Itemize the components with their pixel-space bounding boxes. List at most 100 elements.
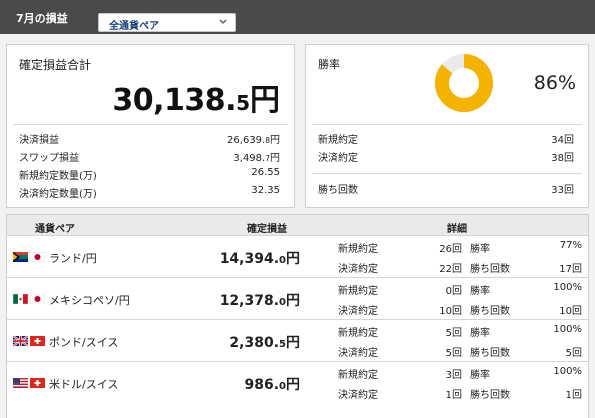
flag-pair [13,294,45,304]
table-row[interactable]: ランド/円 14,394.0円 新規約定 26回 決済約定 22回 勝率 77%… [7,235,588,276]
win-count-label: 勝ち回数 [470,348,510,359]
pair-name: ポンド/スイス [49,336,119,349]
new-order-label: 新規約定 [338,244,378,255]
win-row: 勝ち回数 33回 [318,181,574,198]
total-profit: 30,138.5円 [112,75,280,119]
new-order-value: 5回 [445,328,462,339]
jp-flag-icon [29,252,45,262]
win-rate-donut-chart [435,54,493,112]
table-row[interactable]: ポンド/スイス 2,380.5円 新規約定 5回 決済約定 5回 勝率 100%… [7,319,588,360]
win-count-label: 勝ち回数 [470,390,510,401]
win-count-label: 勝ち回数 [470,306,510,317]
total-profit-unit: 円 [250,83,280,118]
divider [312,124,582,125]
win-rate-card: 勝率 86% 新規約定 34回 決済約定 38回 勝ち回数 33回 [305,44,589,208]
ch-flag-icon [30,378,45,388]
summary-row-label: スワップ損益 [19,153,79,164]
pair-profit: 2,380.5円 [229,335,300,351]
summary-row: 決済損益 26,639.8円 [19,131,280,148]
za-flag-icon [13,252,28,262]
win-row-label: 新規約定 [318,135,358,146]
win-row-label: 決済約定 [318,153,358,164]
pair-profit: 12,378.0円 [219,293,300,309]
close-order-value: 5回 [445,348,462,359]
header-pair: 通貨ペア [35,224,75,235]
win-rate-value: 100% [553,282,582,293]
win-rate-value: 100% [553,324,582,335]
header-bar: 7月の損益 全通貨ペア [0,0,595,34]
summary-row: スワップ損益 3,498.7円 [19,149,280,166]
pair-profit: 986.0円 [244,377,300,393]
win-rate-title: 勝率 [318,58,340,71]
win-row: 決済約定 38回 [318,149,574,166]
new-order-label: 新規約定 [338,370,378,381]
close-order-label: 決済約定 [338,390,378,401]
header-detail: 詳細 [447,224,467,235]
summary-row-value: 26,639.8円 [227,135,280,146]
close-order-label: 決済約定 [338,264,378,275]
close-order-value: 10回 [439,306,462,317]
win-count-label: 勝ち回数 [470,264,510,275]
win-rate-value: 77% [559,240,582,251]
pair-name: ランド/円 [49,252,97,265]
summary-row-value: 3,498.7円 [233,153,280,164]
new-order-label: 新規約定 [338,286,378,297]
us-flag-icon [13,378,28,388]
win-row-label: 勝ち回数 [318,185,358,196]
new-order-value: 3回 [445,370,462,381]
chevron-down-icon [219,19,227,24]
flag-pair [13,336,45,346]
win-row: 新規約定 34回 [318,131,574,148]
summary-row: 決済約定数量(万) 32.35 [19,185,280,202]
total-profit-integer: 30,138. [112,83,237,118]
pair-table: 通貨ペア 確定損益 詳細 ランド/円 14,394.0円 新規約定 26回 決済… [6,214,589,418]
pair-profit: 14,394.0円 [219,251,300,267]
profit-summary-card: 確定損益合計 30,138.5円 決済損益 26,639.8円 スワップ損益 3… [6,44,295,208]
win-rate-label: 勝率 [470,370,490,381]
close-order-value: 1回 [445,390,462,401]
ch-flag-icon [30,336,45,346]
currency-pair-select[interactable]: 全通貨ペア [98,13,236,32]
new-order-value: 26回 [439,244,462,255]
close-order-label: 決済約定 [338,348,378,359]
win-row-value: 33回 [551,185,574,196]
summary-row-label: 新規約定数量(万) [19,171,97,182]
new-order-label: 新規約定 [338,328,378,339]
mx-flag-icon [13,294,29,304]
divider [312,173,582,174]
table-header: 通貨ペア 確定損益 詳細 [7,215,588,235]
win-row-value: 38回 [551,153,574,164]
win-row-value: 34回 [551,135,574,146]
win-count-value: 5回 [565,348,582,359]
currency-pair-select-value: 全通貨ペア [109,21,159,32]
win-count-value: 10回 [559,306,582,317]
win-count-value: 1回 [565,390,582,401]
flag-pair [13,252,45,262]
win-rate-label: 勝率 [470,286,490,297]
new-order-value: 0回 [445,286,462,297]
win-rate-label: 勝率 [470,328,490,339]
win-count-value: 17回 [559,264,582,275]
divider [13,124,288,125]
table-row[interactable]: 米ドル/スイス 986.0円 新規約定 3回 決済約定 1回 勝率 100% 勝… [7,361,588,402]
pair-name: メキシコペソ/円 [49,294,130,307]
summary-row-value: 26.55 [251,167,280,178]
total-profit-decimal: 5 [236,91,250,115]
summary-row-label: 決済約定数量(万) [19,189,97,200]
pair-name: 米ドル/スイス [49,378,119,391]
jp-flag-icon [29,294,45,304]
gb-flag-icon [13,336,29,346]
close-order-label: 決済約定 [338,306,378,317]
flag-pair [13,378,45,388]
summary-row-label: 決済損益 [19,135,59,146]
header-profit: 確定損益 [247,224,287,235]
summary-row-value: 32.35 [251,185,280,196]
page-title: 7月の損益 [16,12,68,25]
summary-title: 確定損益合計 [19,58,92,72]
win-rate-label: 勝率 [470,244,490,255]
win-rate-value: 100% [553,366,582,377]
table-row[interactable]: メキシコペソ/円 12,378.0円 新規約定 0回 決済約定 10回 勝率 1… [7,277,588,318]
win-rate-percent: 86% [533,72,576,94]
summary-row: 新規約定数量(万) 26.55 [19,167,280,184]
close-order-value: 22回 [439,264,462,275]
